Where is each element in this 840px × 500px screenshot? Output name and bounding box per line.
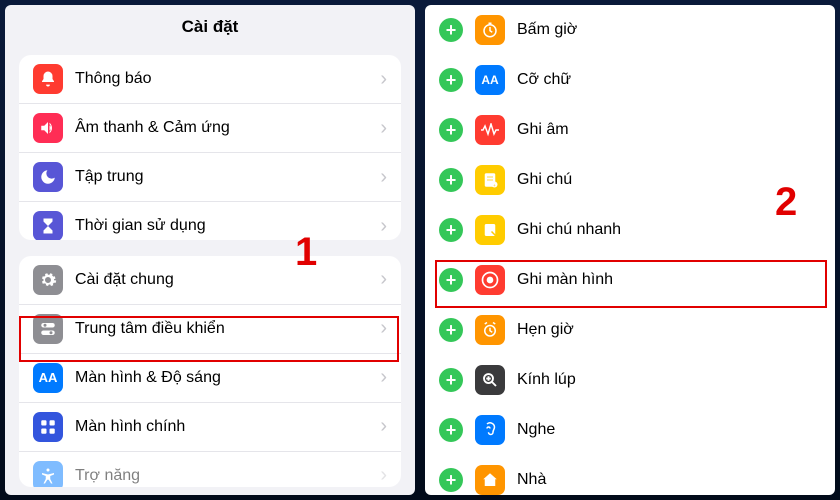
add-row-notes[interactable]: + + Ghi chú (425, 155, 835, 205)
grid-icon (33, 412, 63, 442)
ear-icon (475, 415, 505, 445)
chevron-icon: › (380, 117, 387, 140)
gear-icon (33, 265, 63, 295)
chevron-icon: › (380, 166, 387, 189)
row-label: Màn hình & Độ sáng (75, 369, 380, 387)
row-label: Thời gian sử dụng (75, 217, 380, 235)
add-row-hearing[interactable]: + Nghe (425, 405, 835, 455)
row-accessibility[interactable]: Trợ năng › (19, 452, 401, 487)
control-center-add-screen: + Bấm giờ + AA Cỡ chữ + Ghi âm + + Ghi c… (425, 5, 835, 495)
add-icon[interactable]: + (439, 68, 463, 92)
aa-icon: AA (475, 65, 505, 95)
row-label: Ghi màn hình (517, 271, 821, 289)
add-row-stopwatch[interactable]: + Bấm giờ (425, 5, 835, 55)
chevron-icon: › (380, 268, 387, 291)
add-row-magnifier[interactable]: + Kính lúp (425, 355, 835, 405)
row-label: Nghe (517, 421, 821, 439)
add-row-home[interactable]: + Nhà (425, 455, 835, 495)
row-homescreen[interactable]: Màn hình chính › (19, 403, 401, 452)
add-icon[interactable]: + (439, 268, 463, 292)
add-row-quicknote[interactable]: + Ghi chú nhanh (425, 205, 835, 255)
hourglass-icon (33, 211, 63, 240)
add-icon[interactable]: + (439, 468, 463, 492)
svg-text:+: + (493, 183, 496, 188)
settings-group-1: Thông báo › Âm thanh & Cảm ứng › Tập tru… (19, 55, 401, 240)
add-row-alarm[interactable]: + Hẹn giờ (425, 305, 835, 355)
row-label: Trợ năng (75, 467, 380, 485)
add-icon[interactable]: + (439, 318, 463, 342)
row-label: Cài đặt chung (75, 271, 380, 289)
wave-icon (475, 115, 505, 145)
annotation-2: 2 (775, 180, 797, 225)
chevron-icon: › (380, 215, 387, 238)
chevron-icon: › (380, 317, 387, 340)
aa-icon: AA (33, 363, 63, 393)
record-icon (475, 265, 505, 295)
add-row-textsize[interactable]: + AA Cỡ chữ (425, 55, 835, 105)
add-row-screen-record[interactable]: + Ghi màn hình (425, 255, 835, 305)
sound-icon (33, 113, 63, 143)
home-icon (475, 465, 505, 495)
row-label: Cỡ chữ (517, 71, 821, 89)
row-label: Kính lúp (517, 371, 821, 389)
row-label: Tập trung (75, 168, 380, 186)
row-label: Bấm giờ (517, 21, 821, 39)
row-control-center[interactable]: Trung tâm điều khiển › (19, 305, 401, 354)
row-label: Màn hình chính (75, 418, 380, 436)
row-sounds[interactable]: Âm thanh & Cảm ứng › (19, 104, 401, 153)
switches-icon (33, 314, 63, 344)
row-display[interactable]: AA Màn hình & Độ sáng › (19, 354, 401, 403)
page-title: Cài đặt (5, 5, 415, 47)
row-label: Trung tâm điều khiển (75, 320, 380, 338)
row-focus[interactable]: Tập trung › (19, 153, 401, 202)
row-label: Nhà (517, 471, 821, 489)
annotation-1: 1 (295, 230, 317, 275)
settings-group-2: Cài đặt chung › Trung tâm điều khiển › A… (19, 256, 401, 487)
row-general[interactable]: Cài đặt chung › (19, 256, 401, 305)
magnify-icon (475, 365, 505, 395)
row-label: Ghi âm (517, 121, 821, 139)
row-screentime[interactable]: Thời gian sử dụng › (19, 202, 401, 240)
row-notifications[interactable]: Thông báo › (19, 55, 401, 104)
chevron-icon: › (380, 415, 387, 438)
add-icon[interactable]: + (439, 218, 463, 242)
chevron-icon: › (380, 366, 387, 389)
chevron-icon: › (380, 68, 387, 91)
settings-screen: Cài đặt Thông báo › Âm thanh & Cảm ứng ›… (5, 5, 415, 495)
bell-icon (33, 64, 63, 94)
accessibility-icon (33, 461, 63, 487)
quicknote-icon (475, 215, 505, 245)
row-label: Âm thanh & Cảm ứng (75, 119, 380, 137)
chevron-icon: › (380, 464, 387, 487)
stopwatch-icon (475, 15, 505, 45)
alarm-icon (475, 315, 505, 345)
add-icon[interactable]: + (439, 368, 463, 392)
moon-icon (33, 162, 63, 192)
add-icon[interactable]: + (439, 168, 463, 192)
note-icon: + (475, 165, 505, 195)
row-label: Thông báo (75, 70, 380, 88)
add-icon[interactable]: + (439, 118, 463, 142)
add-row-voice-memo[interactable]: + Ghi âm (425, 105, 835, 155)
add-icon[interactable]: + (439, 418, 463, 442)
row-label: Hẹn giờ (517, 321, 821, 339)
add-icon[interactable]: + (439, 18, 463, 42)
